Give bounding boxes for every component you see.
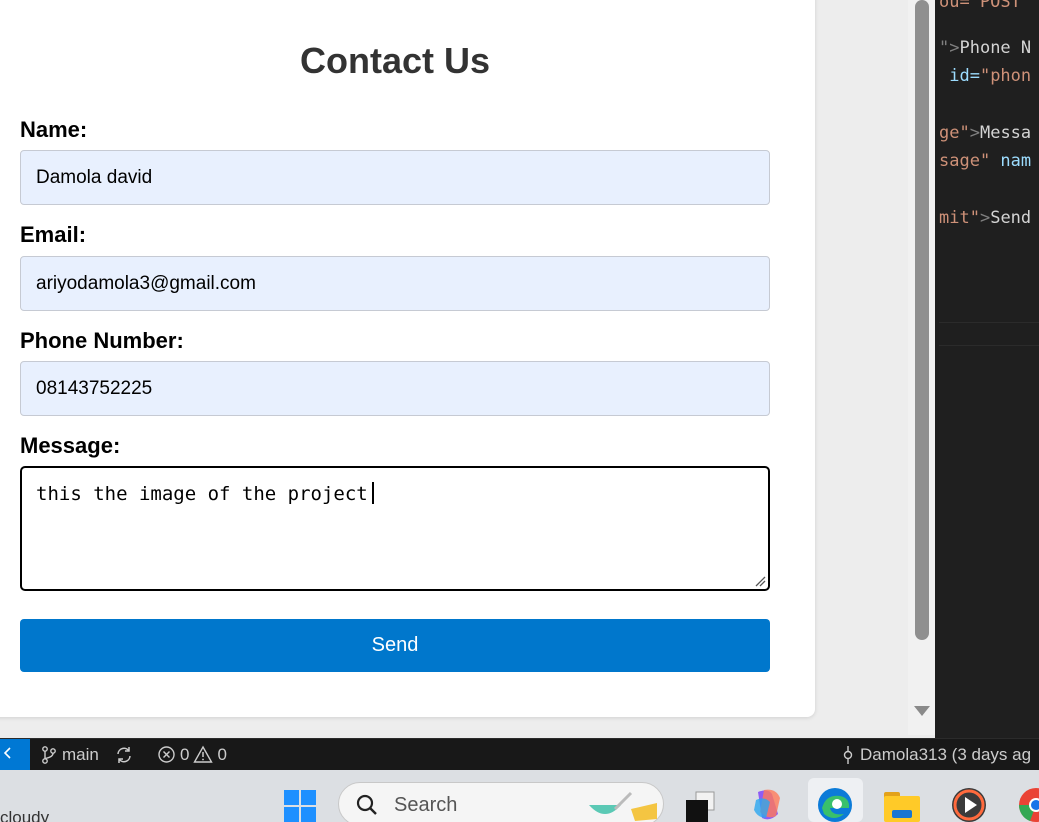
windows-start-icon[interactable] xyxy=(282,788,318,822)
email-label: Email: xyxy=(20,222,87,247)
remote-icon xyxy=(3,747,11,759)
browser-viewport: Contact Us Name: Damola david Email: ari… xyxy=(0,0,937,735)
code-token: > xyxy=(979,208,991,228)
name-label: Name: xyxy=(20,117,88,142)
search-highlight-icon xyxy=(589,791,657,821)
taskbar-search-box[interactable]: Search xyxy=(338,782,664,822)
name-input[interactable]: Damola david xyxy=(20,150,770,205)
status-bar: main 0 0 Damola313 (3 days ag xyxy=(0,738,1039,770)
code-editor[interactable]: ou= POST ">Phone N id="phon ge">Messa sa… xyxy=(939,0,1039,738)
sync-icon xyxy=(117,746,131,763)
resize-grip-icon[interactable] xyxy=(754,575,766,587)
scrollbar-thumb[interactable] xyxy=(915,0,929,640)
code-token: sage" xyxy=(939,151,991,171)
remote-button[interactable] xyxy=(0,739,30,770)
page-title: Contact Us xyxy=(299,40,491,81)
sync-button[interactable] xyxy=(114,739,134,770)
weather-widget[interactable]: cloudy xyxy=(0,808,49,822)
code-token: Send xyxy=(990,208,1032,228)
code-token: mit" xyxy=(939,208,980,228)
code-token: "> xyxy=(939,38,960,58)
search-icon xyxy=(356,794,377,815)
code-token: Phone N xyxy=(959,38,1032,58)
code-token: id= xyxy=(939,66,980,86)
scroll-down-arrow-icon[interactable] xyxy=(914,706,930,716)
error-icon xyxy=(158,746,175,763)
send-button[interactable]: Send xyxy=(20,619,770,672)
file-explorer-icon[interactable] xyxy=(882,788,922,822)
phone-input[interactable]: 08143752225 xyxy=(20,361,770,416)
problems-indicator[interactable]: 0 0 xyxy=(157,739,227,770)
task-view-icon[interactable] xyxy=(684,790,720,822)
message-label: Message: xyxy=(20,433,121,458)
git-commit-icon xyxy=(843,745,853,764)
message-textarea[interactable]: this the image of the project xyxy=(20,466,770,591)
contact-form-card xyxy=(0,0,815,717)
message-text: this the image of the project xyxy=(36,483,368,505)
code-token: nam xyxy=(990,151,1032,171)
copilot-icon[interactable] xyxy=(750,788,786,822)
media-player-icon[interactable] xyxy=(950,786,988,822)
git-branch-icon xyxy=(42,745,56,764)
edge-browser-icon[interactable] xyxy=(816,786,854,822)
vertical-scrollbar[interactable] xyxy=(908,0,935,735)
error-count: 0 xyxy=(180,745,190,764)
code-token: Messa xyxy=(979,123,1032,143)
editor-panel-divider xyxy=(939,322,1039,346)
branch-name: main xyxy=(62,745,99,764)
email-input[interactable]: ariyodamola3@gmail.com xyxy=(20,256,770,311)
code-token: ge" xyxy=(939,123,970,143)
phone-label: Phone Number: xyxy=(20,328,184,353)
git-blame-text: Damola313 (3 days ag xyxy=(860,745,1032,764)
chrome-browser-icon[interactable] xyxy=(1016,786,1039,822)
code-token: > xyxy=(969,123,980,143)
code-line-1: ou= POST xyxy=(939,0,1021,12)
warning-count: 0 xyxy=(217,745,227,764)
text-caret xyxy=(371,482,374,504)
taskbar: cloudy Search xyxy=(0,770,1039,822)
git-blame-indicator[interactable]: Damola313 (3 days ag xyxy=(840,739,1031,770)
warning-icon xyxy=(193,745,214,763)
search-placeholder: Search xyxy=(394,794,458,816)
branch-indicator[interactable]: main xyxy=(40,739,99,770)
code-token: "phon xyxy=(979,66,1032,86)
